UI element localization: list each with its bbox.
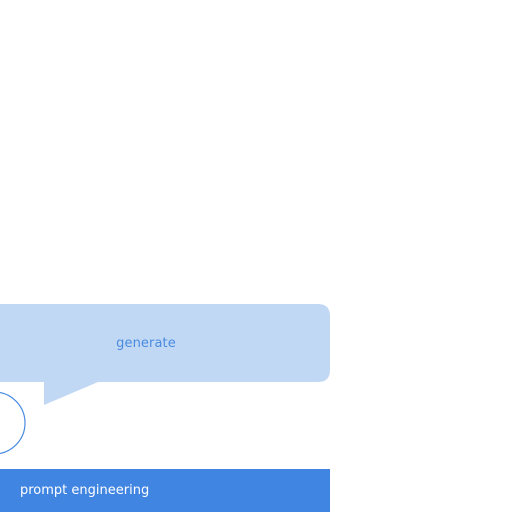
bottom-bar-label: prompt engineering — [20, 483, 150, 498]
speech-bubble-label: generate — [116, 335, 176, 351]
avatar-circle — [0, 391, 26, 455]
canvas: generate prompt engineering — [0, 0, 512, 512]
illustration — [0, 304, 330, 455]
bottom-bar[interactable]: prompt engineering — [0, 469, 330, 512]
